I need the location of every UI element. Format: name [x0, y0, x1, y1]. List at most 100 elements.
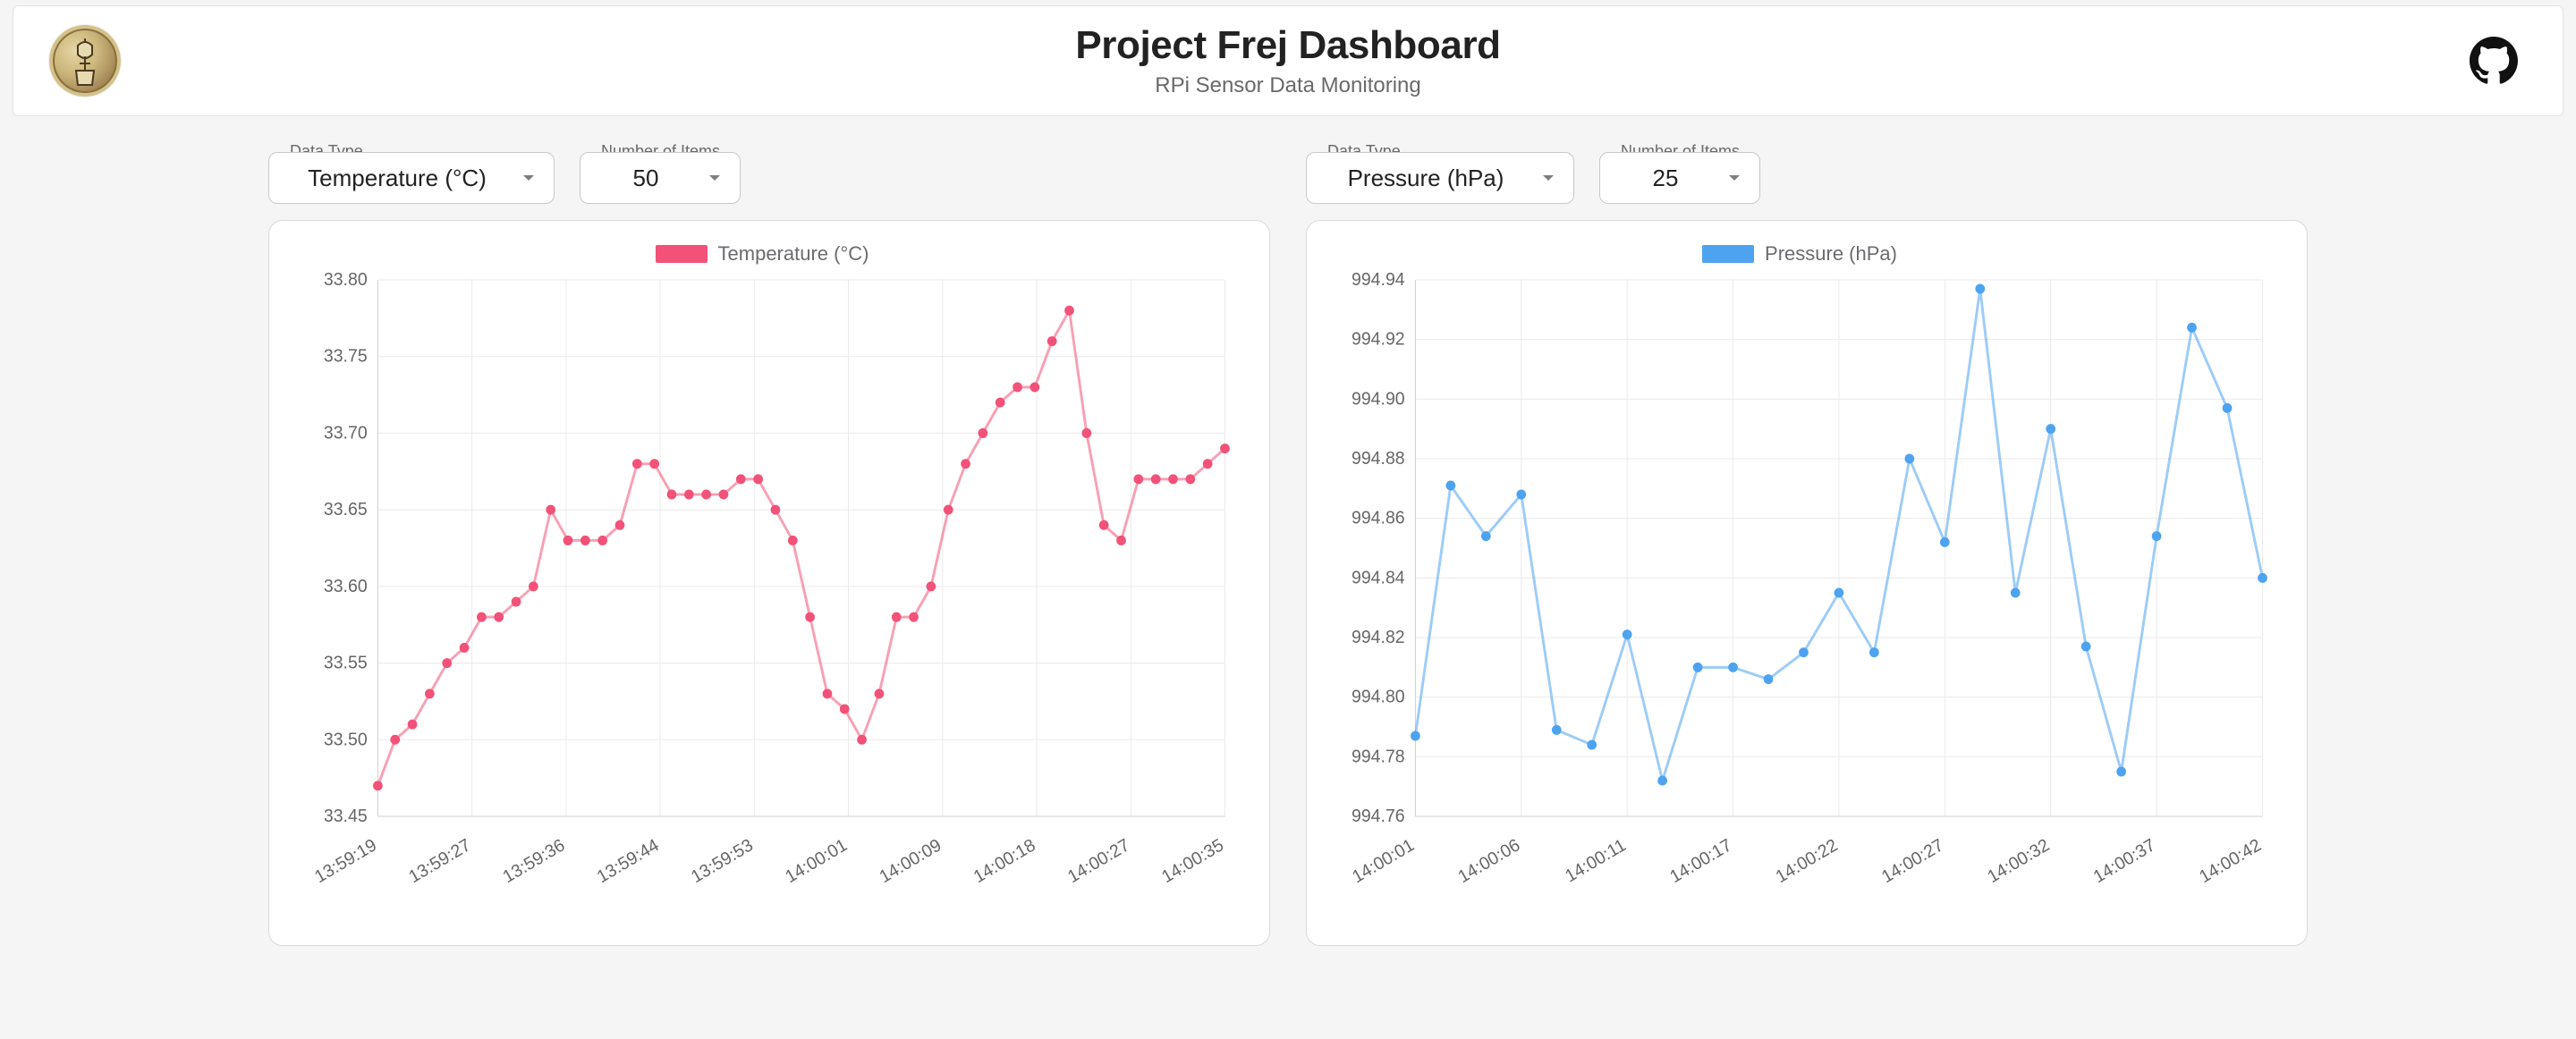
select-num-items-right[interactable]: 25 [1599, 152, 1760, 204]
panel-pressure: Data Type Pressure (hPa) Number of Items… [1306, 152, 2308, 946]
select-num-items-left[interactable]: 50 [580, 152, 741, 204]
data-point[interactable] [823, 688, 833, 698]
data-point[interactable] [1869, 647, 1879, 657]
data-point[interactable] [649, 459, 659, 469]
github-link[interactable] [2470, 37, 2518, 85]
data-point[interactable] [961, 459, 970, 469]
data-point[interactable] [1445, 481, 1455, 491]
chart-legend-temperature[interactable]: Temperature (°C) [282, 242, 1242, 266]
data-point[interactable] [1116, 536, 1126, 545]
data-point[interactable] [1099, 520, 1109, 530]
y-tick-label: 33.75 [324, 347, 368, 367]
data-point[interactable] [1516, 490, 1526, 500]
data-point[interactable] [840, 705, 850, 714]
chart-card-pressure: Pressure (hPa) 994.76994.78994.80994.829… [1306, 220, 2308, 946]
data-point[interactable] [2223, 403, 2233, 413]
data-point[interactable] [892, 612, 902, 622]
data-point[interactable] [1975, 284, 1985, 294]
data-point[interactable] [512, 597, 521, 607]
data-point[interactable] [546, 505, 555, 515]
select-data-type-right[interactable]: Pressure (hPa) [1306, 152, 1574, 204]
data-point[interactable] [2081, 642, 2091, 652]
data-point[interactable] [805, 612, 815, 622]
data-point[interactable] [1151, 474, 1161, 484]
data-point[interactable] [580, 536, 590, 545]
data-point[interactable] [632, 459, 642, 469]
data-point[interactable] [1081, 428, 1091, 438]
x-tick-label: 13:59:53 [688, 835, 757, 887]
y-tick-label: 994.90 [1352, 389, 1405, 409]
select-value: 50 [633, 165, 659, 192]
data-point[interactable] [1552, 725, 1562, 735]
data-point[interactable] [2116, 767, 2126, 777]
data-point[interactable] [1587, 740, 1597, 750]
data-point[interactable] [719, 490, 729, 500]
y-tick-label: 994.84 [1352, 568, 1405, 587]
data-point[interactable] [477, 612, 487, 622]
data-point[interactable] [1940, 537, 1950, 547]
data-point[interactable] [1168, 474, 1178, 484]
chart-legend-pressure[interactable]: Pressure (hPa) [1319, 242, 2280, 266]
legend-swatch [656, 245, 708, 263]
data-point[interactable] [425, 688, 435, 698]
data-point[interactable] [1013, 383, 1022, 393]
x-tick-label: 13:59:36 [500, 835, 569, 887]
data-point[interactable] [2011, 588, 2021, 598]
data-point[interactable] [857, 735, 867, 745]
legend-swatch [1702, 245, 1754, 263]
data-point[interactable] [927, 581, 936, 591]
data-point[interactable] [1220, 443, 1230, 453]
data-point[interactable] [564, 536, 573, 545]
control-data-type-left: Data Type Temperature (°C) [268, 152, 555, 204]
data-point[interactable] [2258, 573, 2267, 583]
data-point[interactable] [1904, 454, 1914, 464]
data-point[interactable] [1728, 663, 1738, 672]
chart-card-temperature: Temperature (°C) 33.4533.5033.5533.6033.… [268, 220, 1270, 946]
data-point[interactable] [373, 781, 383, 790]
legend-label: Temperature (°C) [718, 242, 869, 266]
data-point[interactable] [771, 505, 781, 515]
data-point[interactable] [1623, 629, 1632, 639]
data-point[interactable] [1411, 731, 1420, 741]
data-point[interactable] [442, 658, 452, 668]
controls-left: Data Type Temperature (°C) Number of Ite… [268, 152, 1270, 204]
data-point[interactable] [753, 474, 763, 484]
data-point[interactable] [736, 474, 746, 484]
data-point[interactable] [875, 688, 885, 698]
data-point[interactable] [1481, 531, 1491, 541]
data-point[interactable] [1764, 674, 1774, 684]
data-point[interactable] [408, 720, 418, 730]
data-point[interactable] [1835, 588, 1844, 598]
data-point[interactable] [1030, 383, 1039, 393]
data-point[interactable] [701, 490, 711, 500]
data-point[interactable] [529, 581, 538, 591]
data-point[interactable] [2152, 531, 2162, 541]
data-point[interactable] [460, 643, 470, 653]
data-point[interactable] [667, 490, 677, 500]
data-point[interactable] [2046, 424, 2055, 434]
data-point[interactable] [494, 612, 504, 622]
data-point[interactable] [996, 398, 1005, 408]
data-point[interactable] [2187, 323, 2197, 333]
data-point[interactable] [909, 612, 919, 622]
data-point[interactable] [1064, 306, 1074, 316]
data-point[interactable] [1185, 474, 1195, 484]
data-point[interactable] [1133, 474, 1143, 484]
y-tick-label: 33.45 [324, 807, 368, 826]
data-point[interactable] [597, 536, 607, 545]
data-point[interactable] [944, 505, 953, 515]
data-point[interactable] [1799, 647, 1809, 657]
data-point[interactable] [979, 428, 988, 438]
data-point[interactable] [390, 735, 400, 745]
data-point[interactable] [788, 536, 798, 545]
controls-right: Data Type Pressure (hPa) Number of Items… [1306, 152, 2308, 204]
data-point[interactable] [1047, 336, 1057, 346]
select-data-type-left[interactable]: Temperature (°C) [268, 152, 555, 204]
data-point[interactable] [1693, 663, 1703, 672]
chart-temperature: 33.4533.5033.5533.6033.6533.7033.7533.80… [282, 271, 1242, 924]
data-point[interactable] [684, 490, 694, 500]
data-point[interactable] [1657, 776, 1667, 786]
y-tick-label: 994.94 [1352, 271, 1405, 290]
data-point[interactable] [615, 520, 625, 530]
data-point[interactable] [1203, 459, 1213, 469]
